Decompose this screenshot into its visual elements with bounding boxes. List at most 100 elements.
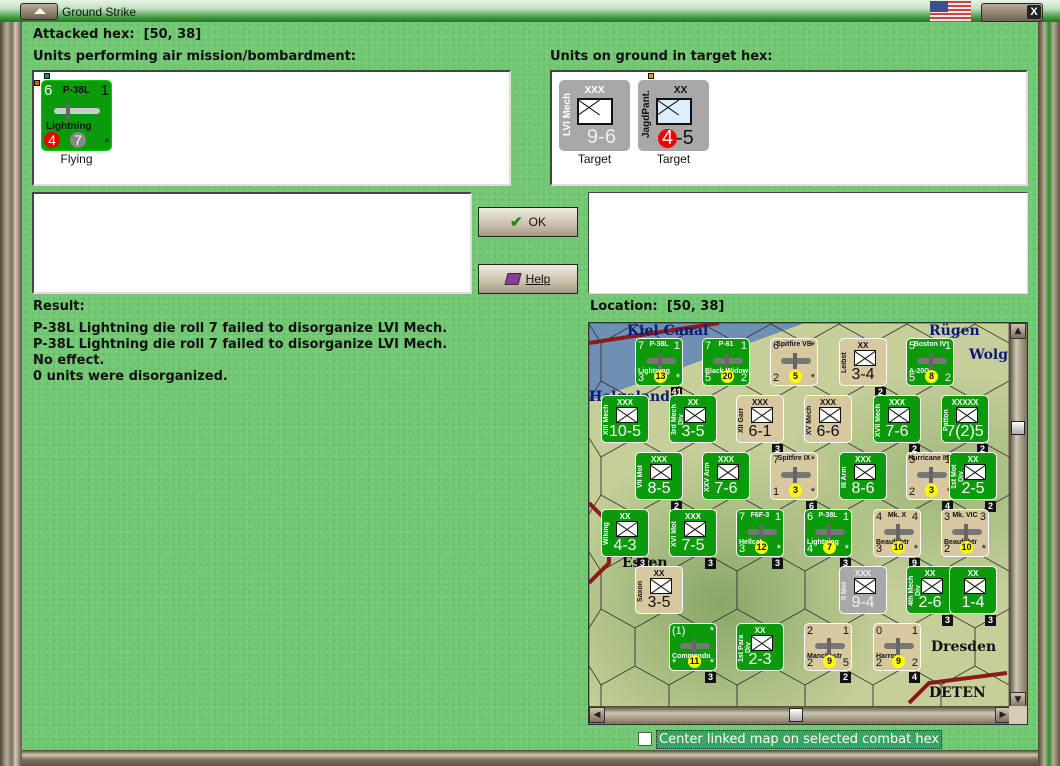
map-hex[interactable]	[589, 665, 602, 708]
air-range-badge: 10	[960, 541, 973, 554]
ground-units-list[interactable]: XXX LVI Mech 9-6 Target XX JagdPant. 4 -…	[550, 70, 1028, 186]
result-line: No effect.	[33, 353, 105, 368]
unit-counter[interactable]: XX Saxon 3-5	[635, 566, 683, 614]
help-button[interactable]: Help	[478, 264, 578, 294]
counter-value: 1	[100, 82, 109, 99]
counter-star: *	[104, 137, 109, 149]
air-counter[interactable]: 7 P-38L 1 Lightning 3 * 13	[635, 338, 683, 386]
unit-counter[interactable]: XX 4th Mech Div 2-6	[906, 566, 954, 614]
air-range-badge: 8	[925, 370, 938, 383]
ok-button[interactable]: ✔ OK	[478, 207, 578, 237]
unit-counter[interactable]: XXX III Arm 8-6	[839, 452, 887, 500]
air-value: *	[709, 625, 714, 637]
map-hex[interactable]	[668, 665, 738, 708]
air-counter[interactable]: 4Mk. X4Beaufghtr3*10	[873, 509, 921, 557]
map-hex[interactable]	[589, 608, 636, 686]
location-map[interactable]: Kiel CanalRügenWolgHelgolandEssenDresden…	[588, 322, 1028, 725]
air-counter[interactable]: 0 1 Harrow 2 2 9	[873, 623, 921, 671]
air-units-list[interactable]: 6 P-38L 1 Lightning 4 7 * Flying	[32, 70, 511, 186]
unit-counter[interactable]: XXX XII Garr 6-1	[736, 395, 784, 443]
vertical-scroll-thumb[interactable]	[1011, 421, 1025, 435]
scroll-left-arrow-icon[interactable]: ◀	[589, 707, 605, 723]
unit-counter[interactable]: XX 1st Para Div 2-3	[736, 623, 784, 671]
map-hex[interactable]	[589, 551, 602, 629]
unit-counter[interactable]: XXX VII Mot 8-5	[635, 452, 683, 500]
air-counter[interactable]: 21Manchestr259	[804, 623, 852, 671]
center-map-checkbox[interactable]	[638, 732, 652, 746]
center-map-checkbox-label[interactable]: Center linked map on selected combat hex	[656, 730, 943, 749]
stack-count: 3	[942, 615, 953, 626]
unit-label: JagdPant.	[641, 90, 652, 138]
unit-type-symbol-icon	[819, 407, 841, 423]
air-unit-details-panel	[32, 192, 472, 294]
air-counter[interactable]: 7 Spitfire IX * 1 * 3	[770, 452, 818, 500]
air-counter[interactable]: 6 Spitfire VB * 2 * 5	[770, 338, 818, 386]
aircraft-icon	[815, 638, 845, 654]
unit-counter[interactable]: XX 1-4	[949, 566, 997, 614]
map-hex[interactable]	[600, 665, 670, 708]
map-hex[interactable]	[804, 665, 874, 708]
counter-subtitle: Lightning	[46, 121, 92, 132]
air-bottom-right: 2	[911, 657, 918, 669]
air-counter[interactable]: 7 F6F-3 1 Hellcat 3 * 12	[736, 509, 784, 557]
air-range-badge: 9	[892, 655, 905, 668]
unit-type-symbol-icon	[751, 635, 773, 651]
air-counter[interactable]: 6 P-38L 1 Lightning 4 * 7	[804, 509, 852, 557]
air-range-badge: 7	[823, 541, 836, 554]
unit-type-symbol-icon	[854, 578, 876, 594]
minimize-button[interactable]	[20, 3, 58, 20]
bottom-frame	[22, 750, 1038, 766]
air-counter[interactable]: 7 P-61 1 Black Widow 5 2 20	[702, 338, 750, 386]
air-counter[interactable]: (1)*Commando**11	[669, 623, 717, 671]
map-horizontal-scrollbar[interactable]: ◀ ▶	[589, 706, 1011, 724]
unit-strength: 7-5	[681, 537, 705, 554]
location-value: [50, 38]	[666, 299, 725, 314]
unit-size: XX	[673, 85, 688, 96]
air-bottom-left: 4	[807, 543, 814, 555]
unit-counter[interactable]: XXX II Mot 9-4	[839, 566, 887, 614]
air-counter[interactable]: 3Hurricane IID12*3	[906, 452, 954, 500]
unit-counter[interactable]: XX 1st Mot Div 2-5	[949, 452, 997, 500]
ground-strike-window: Ground Strike X Attacked hex: [50, 38] U…	[0, 0, 1060, 766]
unit-counter[interactable]: XX 3rd Mech Div 3-5	[669, 395, 717, 443]
close-button[interactable]: X	[981, 3, 1043, 22]
ground-unit-counter-lvi-mech[interactable]: XXX LVI Mech 9-6	[559, 80, 630, 151]
unit-counter[interactable]: XX Wiking 4-3	[601, 509, 649, 557]
ground-unit-counter-jagdpant[interactable]: XX JagdPant. 4 -5	[638, 80, 709, 151]
result-heading: Result:	[33, 299, 85, 314]
red-badge: 4	[44, 132, 60, 148]
attacked-hex: Attacked hex: [50, 38]	[33, 27, 201, 42]
air-bottom-right: *	[913, 543, 918, 555]
map-hex[interactable]	[736, 551, 806, 629]
air-bottom-right: *	[675, 372, 680, 384]
unit-counter[interactable]: XXXXX Patton 7(2)5	[941, 395, 989, 443]
status-dot-icon	[648, 73, 654, 79]
air-value: 1	[774, 511, 781, 523]
air-bottom-left: 2	[944, 543, 951, 555]
unit-counter[interactable]: XX Leibst 3-4	[839, 338, 887, 386]
unit-type-symbol-icon	[854, 350, 876, 366]
unit-type-symbol-icon	[888, 407, 910, 423]
air-counter[interactable]: 5 Boston IV 1 A-20G 5 2 8	[906, 338, 954, 386]
attacked-hex-value: [50, 38]	[143, 27, 202, 42]
stack-count: 3	[772, 558, 783, 569]
air-counter[interactable]: 3Mk. VIC3Beaufghtr2*10	[941, 509, 989, 557]
result-line: P-38L Lightning die roll 7 failed to dis…	[33, 321, 448, 336]
unit-counter[interactable]: XXX XVI Mot 7-5	[669, 509, 717, 557]
air-unit-counter-p38l[interactable]: 6 P-38L 1 Lightning 4 7 *	[41, 80, 112, 151]
title-bar[interactable]	[0, 0, 1060, 22]
unit-counter[interactable]: XXX XIII Mech 10-5	[601, 395, 649, 443]
unit-counter[interactable]: XXX XV Mech 6-6	[804, 395, 852, 443]
air-range-badge: 10	[892, 541, 905, 554]
unit-counter[interactable]: XXX XVII Mech 7-6	[873, 395, 921, 443]
horizontal-scroll-thumb[interactable]	[789, 708, 803, 722]
map-hex[interactable]	[736, 665, 806, 708]
close-icon: X	[1027, 5, 1041, 19]
air-bottom-left: *	[672, 657, 677, 669]
aircraft-icon	[680, 638, 710, 654]
unit-counter[interactable]: XXX XXV Arm 7-6	[702, 452, 750, 500]
aircraft-icon	[646, 353, 676, 369]
scroll-up-arrow-icon[interactable]: ▲	[1010, 323, 1026, 339]
left-frame	[0, 22, 22, 766]
map-vertical-scrollbar[interactable]: ▲ ▼	[1009, 323, 1027, 708]
